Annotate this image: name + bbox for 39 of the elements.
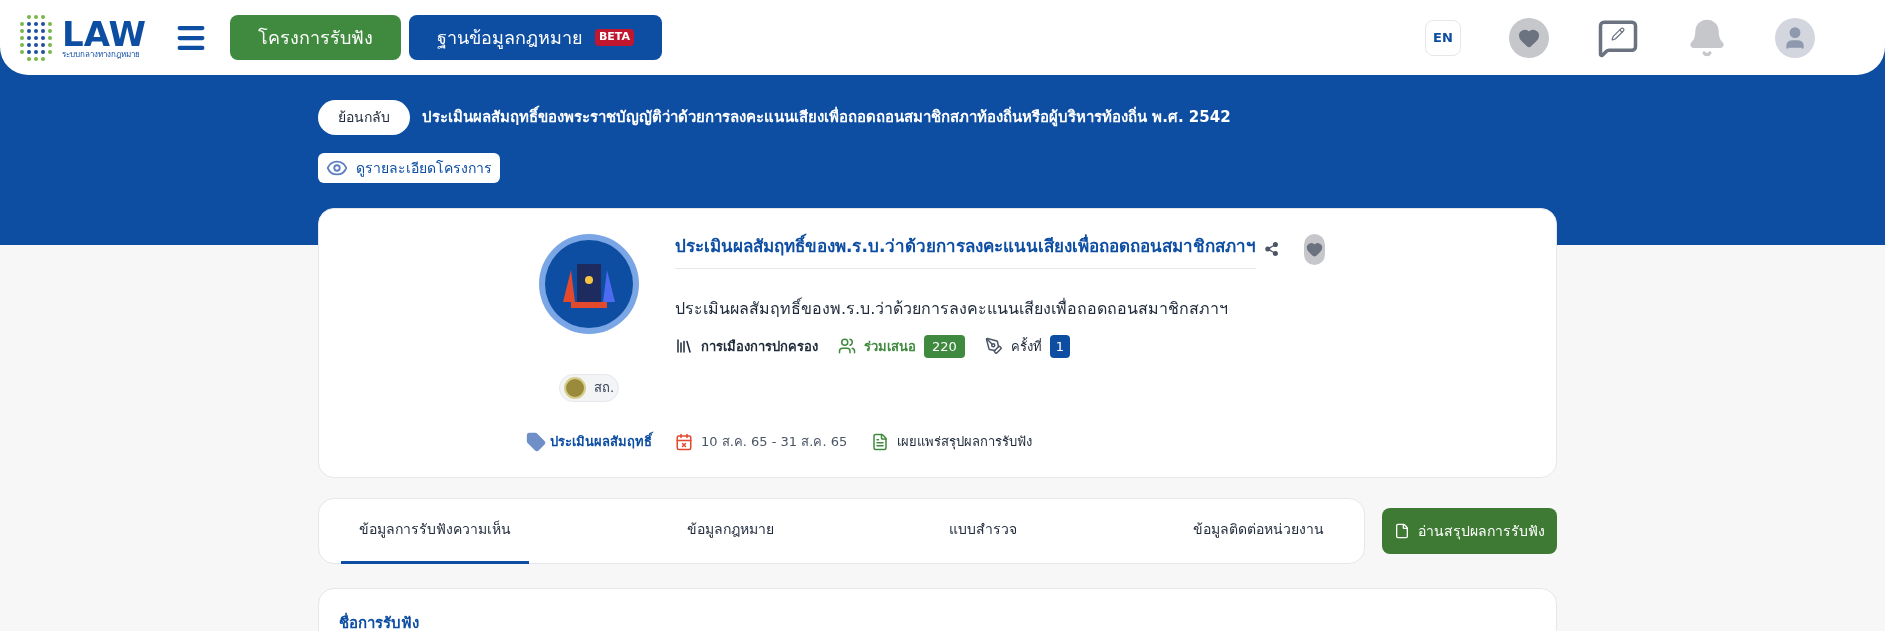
logo-dots-icon [18,12,54,63]
project-details-button[interactable]: ดูรายละเอียดโครงการ [318,153,500,183]
tab[interactable]: ข้อมูลติดต่อหน่วยงาน [1174,498,1342,564]
pen-icon [984,337,1003,356]
participants-count: 220 [924,334,965,358]
logo-subtitle: ระบบกลางทางกฎหมาย [62,50,141,59]
nav-button[interactable]: โครงการรับฟัง [229,15,401,60]
publication-label: เผยแพร่สรุปผลการรับฟัง [897,433,1033,452]
document-icon [871,432,890,451]
beta-badge: BETA [594,29,635,46]
tab[interactable]: ข้อมูลการรับฟังความเห็น [341,498,529,564]
heart-icon [1305,241,1323,258]
date-range: 10 ส.ค. 65 - 31 ส.ค. 65 [701,433,848,451]
books-icon [675,337,693,356]
user-avatar[interactable] [1775,17,1815,58]
back-button[interactable]: ย้อนกลับ [318,100,410,135]
calendar-icon [675,432,693,451]
agency-chip: สถ. [558,374,620,402]
nav-button[interactable]: ฐานข้อมูลกฎหมาย BETA [408,15,663,60]
language-button[interactable]: EN [1425,19,1461,56]
summary-button[interactable]: อ่านสรุปผลการรับฟัง [1382,508,1557,554]
tag-icon [526,432,546,452]
favorites-button[interactable] [1509,17,1549,58]
round-label: ครั้งที่ [1010,336,1042,356]
tab[interactable]: ข้อมูลกฎหมาย [668,498,792,564]
round-number: 1 [1049,334,1071,358]
tab[interactable]: แบบสำรวจ [931,498,1036,564]
project-description: ประเมินผลสัมฤทธิ์ของพ.ร.บ.ว่าด้วยการลงคะแนนเสียงเพื่อถอดถอนสมาชิกสภาฯ [675,296,1230,320]
category-tag[interactable]: ประเมินผลสัมฤทธิ์ [550,432,652,452]
project-title: ประเมินผลสัมฤทธิ์ของพ.ร.บ.ว่าด้วยการลงคะแนนเสียงเพื่อถอดถอนสมาชิกสภาฯ [675,234,1257,269]
agency-seal-icon [563,377,586,399]
section-heading: ชื่อการรับฟัง [339,614,419,631]
favorite-button[interactable] [1303,234,1325,265]
participants-label: ร่วมเสนอ [864,337,916,356]
page-title: ประเมินผลสัมฤทธิ์ของพระราชบัญญัติว่าด้วยการลงคะแนนเสียงเพื่อถอดถอนสมาชิกสภาท้องถิ่นหรือผู้บริหารท้องถิ่น พ.ศ. 2542 [422,106,1231,129]
topic-label: การเมืองการปกครอง [701,337,818,356]
meeting-icon [838,337,856,356]
document-icon [1394,523,1410,539]
logo-text: LAW [62,16,146,51]
